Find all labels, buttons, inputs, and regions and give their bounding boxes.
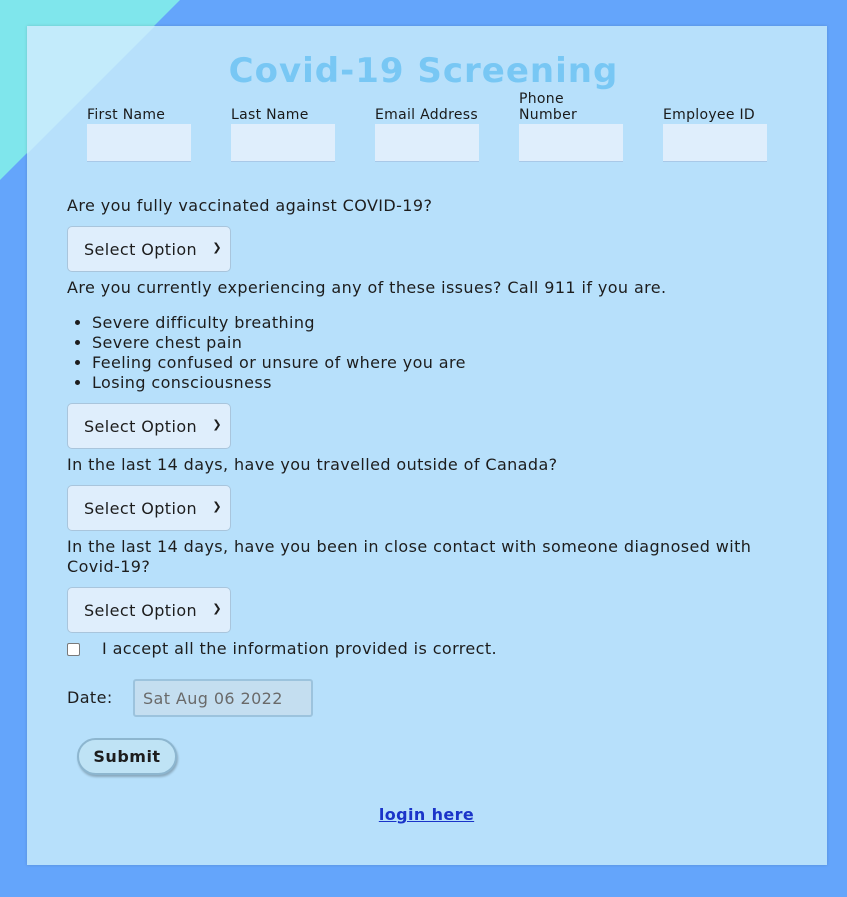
travel-question: In the last 14 days, have you travelled … xyxy=(67,455,558,474)
symptoms-list: Severe difficulty breathing Severe chest… xyxy=(67,313,466,393)
employee-id-input[interactable] xyxy=(663,124,767,162)
submit-button[interactable]: Submit xyxy=(77,738,177,775)
chevron-down-icon: ❯ xyxy=(212,241,222,254)
list-item: Severe difficulty breathing xyxy=(92,313,466,333)
list-item: Severe chest pain xyxy=(92,333,466,353)
list-item: Losing consciousness xyxy=(92,373,466,393)
contact-question: In the last 14 days, have you been in cl… xyxy=(67,537,752,576)
travel-select[interactable]: Select Option ❯ xyxy=(67,485,231,531)
email-label: Email Address xyxy=(375,107,478,123)
email-field: Email Address xyxy=(375,90,479,162)
phone-input[interactable] xyxy=(519,124,623,162)
date-label: Date: xyxy=(67,688,113,707)
symptoms-question: Are you currently experiencing any of th… xyxy=(67,278,667,297)
first-name-label: First Name xyxy=(87,107,166,123)
phone-label: Phone Number xyxy=(519,91,578,123)
list-item: Feeling confused or unsure of where you … xyxy=(92,353,466,373)
email-input[interactable] xyxy=(375,124,479,162)
last-name-label: Last Name xyxy=(231,107,309,123)
login-link[interactable]: login here xyxy=(0,805,847,824)
chevron-down-icon: ❯ xyxy=(212,418,222,431)
contact-select[interactable]: Select Option ❯ xyxy=(67,587,231,633)
page-title: Covid-19 Screening xyxy=(228,51,619,91)
accept-label: I accept all the information provided is… xyxy=(102,639,498,658)
last-name-input[interactable] xyxy=(231,124,335,162)
chevron-down-icon: ❯ xyxy=(212,602,222,615)
travel-select-value: Select Option xyxy=(84,498,198,518)
vaccinated-select-value: Select Option xyxy=(84,239,198,259)
contact-select-value: Select Option xyxy=(84,600,198,620)
symptoms-select-value: Select Option xyxy=(84,416,198,436)
accept-checkbox[interactable] xyxy=(67,643,80,656)
chevron-down-icon: ❯ xyxy=(212,500,222,513)
phone-field: Phone Number xyxy=(519,90,623,162)
first-name-input[interactable] xyxy=(87,124,191,162)
first-name-field: First Name xyxy=(87,90,191,162)
last-name-field: Last Name xyxy=(231,90,335,162)
date-field: Sat Aug 06 2022 xyxy=(133,679,313,717)
employee-id-label: Employee ID xyxy=(663,107,755,123)
vaccinated-select[interactable]: Select Option ❯ xyxy=(67,226,231,272)
employee-id-field: Employee ID xyxy=(663,90,767,162)
vaccinated-question: Are you fully vaccinated against COVID-1… xyxy=(67,196,433,215)
symptoms-select[interactable]: Select Option ❯ xyxy=(67,403,231,449)
